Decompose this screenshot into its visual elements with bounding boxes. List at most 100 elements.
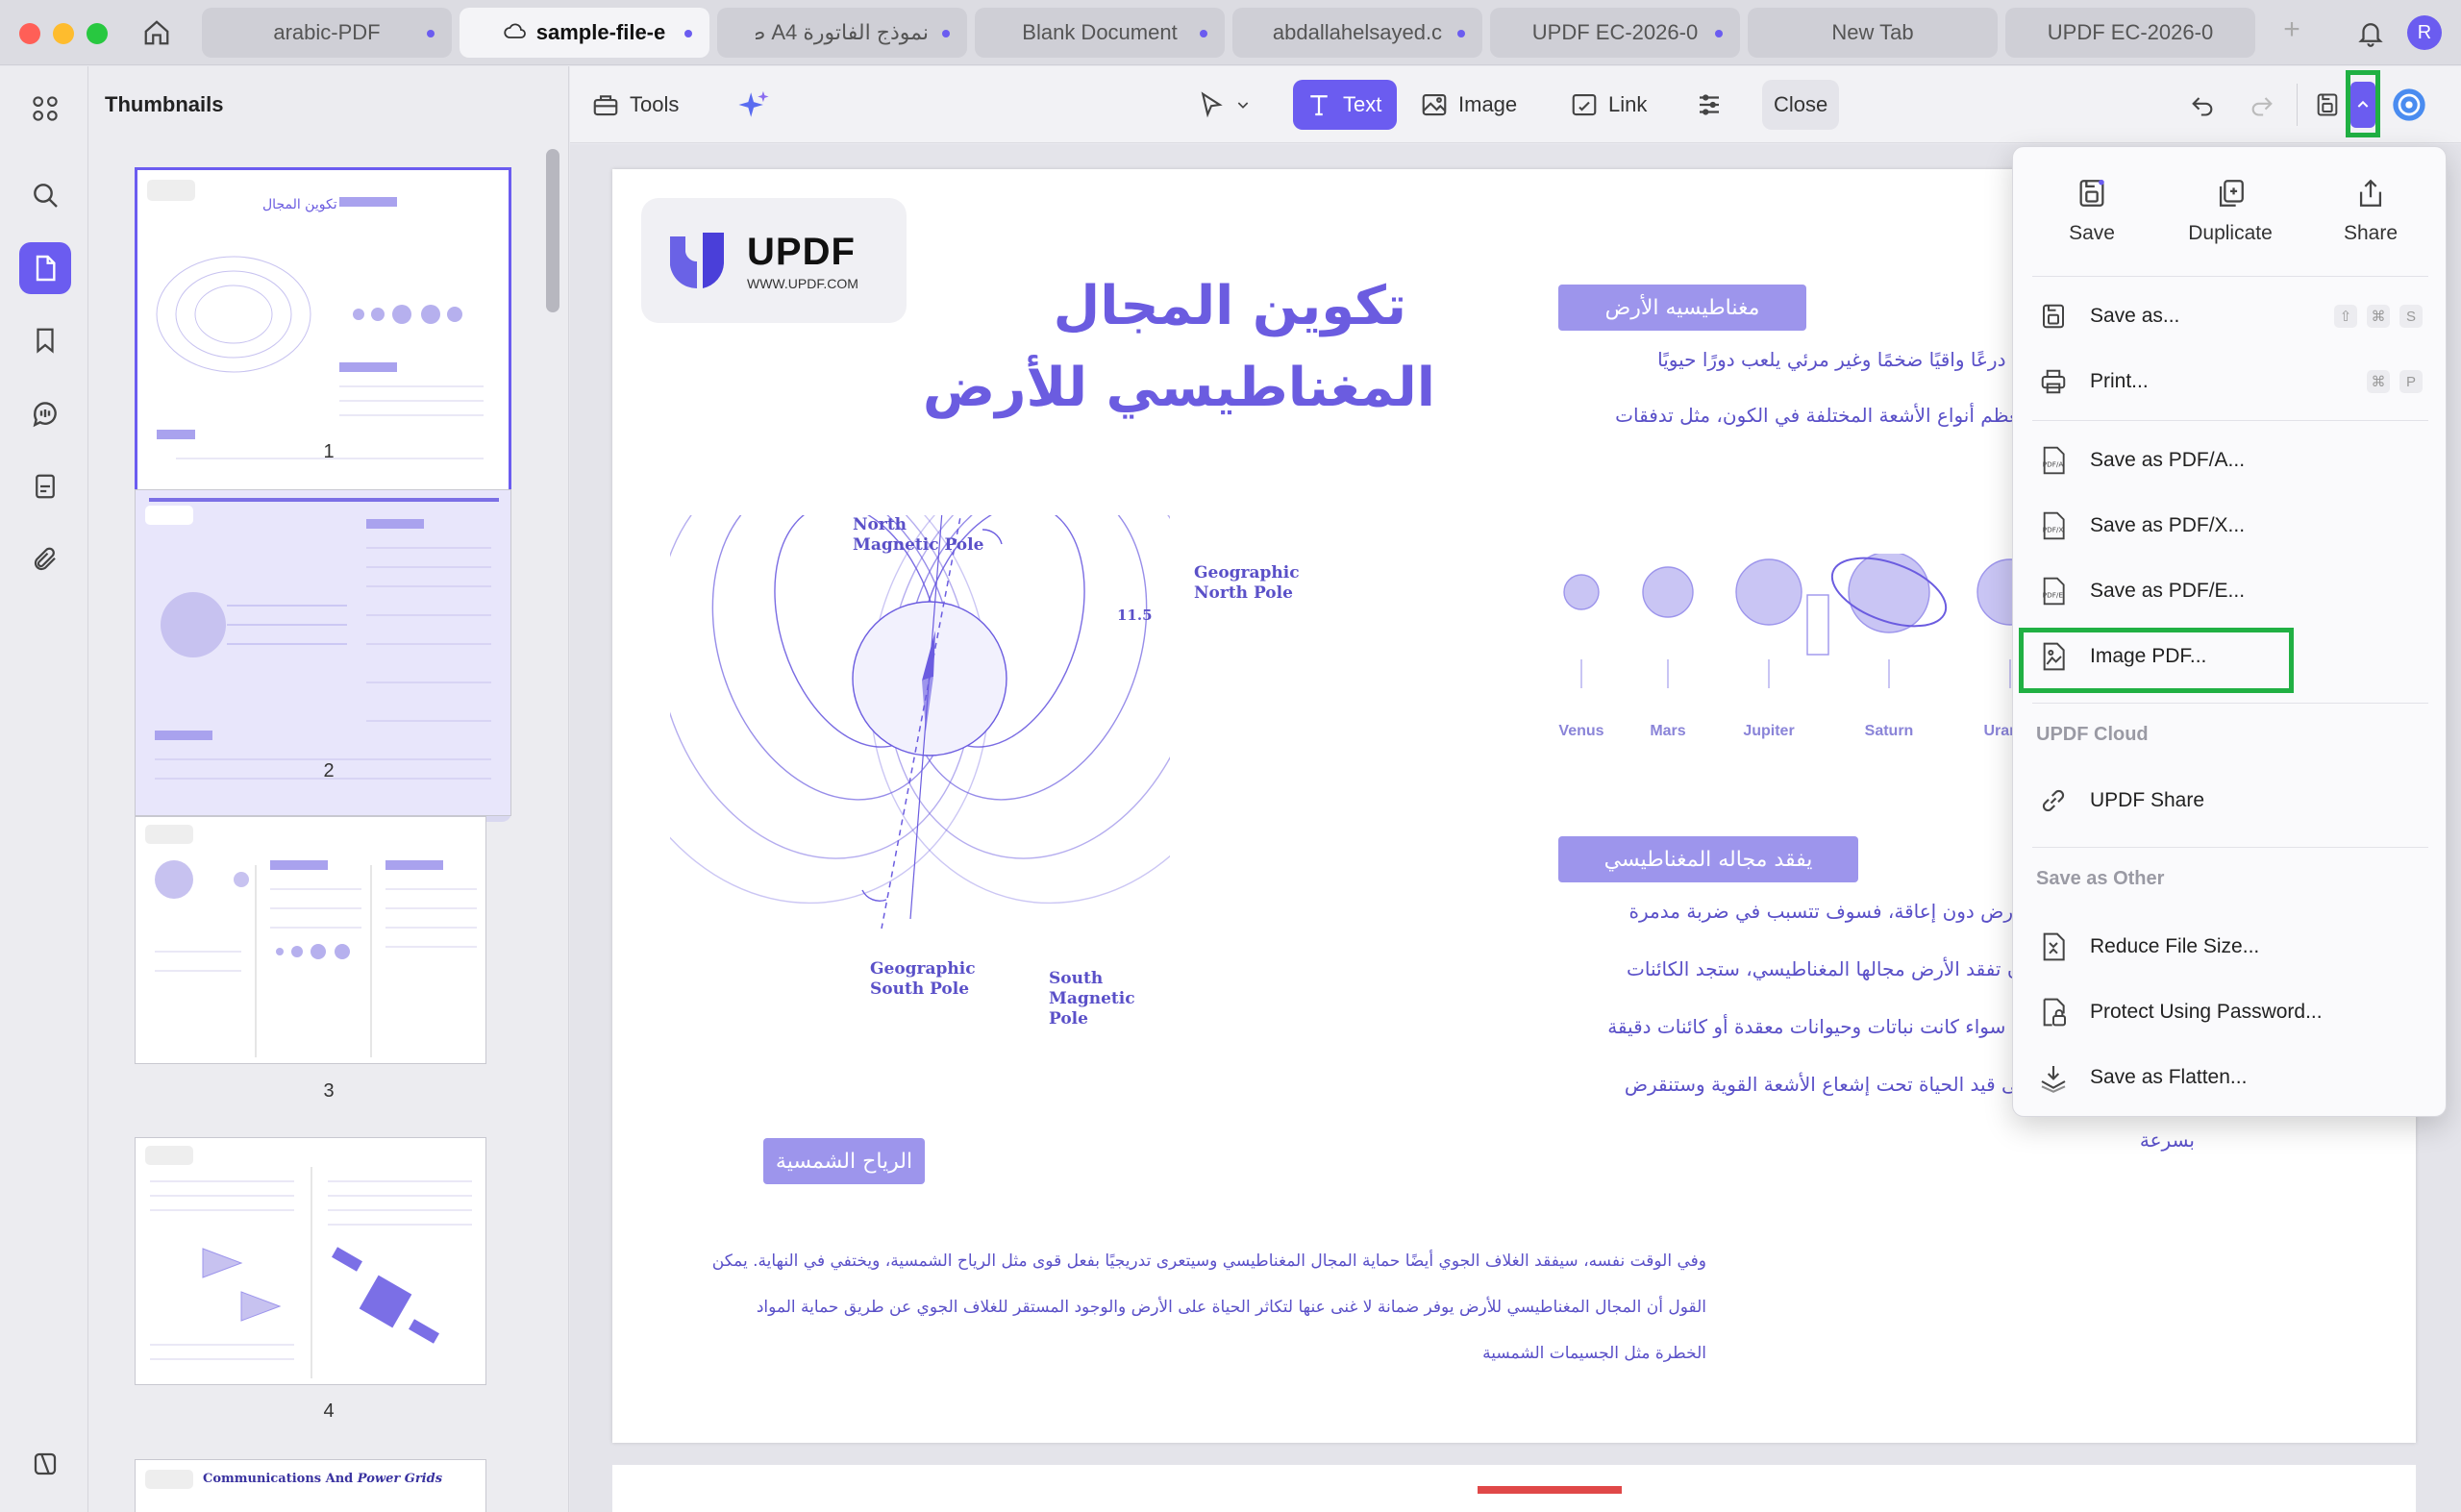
menu-item-save-pdfx[interactable]: PDF/X Save as PDF/X... [2023, 497, 2438, 555]
menu-item-print[interactable]: Print... ⌘ P [2023, 353, 2438, 410]
avatar[interactable]: R [2407, 15, 2442, 50]
link-tool-button[interactable]: Link [1558, 80, 1658, 130]
close-label: Close [1774, 92, 1828, 116]
menu-item-save-flatten[interactable]: Save as Flatten... [2023, 1049, 2438, 1106]
text-tool-button[interactable]: Text [1293, 80, 1397, 130]
label-north-magnetic-2: Magnetic Pole [853, 535, 984, 555]
properties-button[interactable] [1683, 80, 1735, 130]
label-geographic-south-1: Geographic [870, 959, 976, 979]
menu-divider [2032, 703, 2428, 704]
thumbnail-5-heading-a: Communications And [203, 1472, 354, 1486]
tab-new-tab[interactable]: New Tab [1748, 8, 1998, 58]
grid-icon[interactable] [19, 83, 71, 135]
quick-duplicate-button[interactable]: Duplicate [2173, 172, 2288, 245]
section-title-3: الرياح الشمسية [763, 1138, 925, 1184]
image-icon [1422, 93, 1447, 116]
layers-icon[interactable] [19, 1438, 71, 1490]
label-south-magnetic-3: Pole [1049, 1009, 1088, 1029]
pdfe-file-icon: PDF/E [2036, 574, 2071, 608]
tab-blank-document[interactable]: Blank Document [975, 8, 1225, 58]
quick-save-button[interactable]: Save [2034, 172, 2150, 245]
attachment-icon[interactable] [19, 533, 71, 585]
thumbnail-number: 1 [323, 441, 335, 462]
tab-label: New Tab [1831, 20, 1914, 44]
thumbnails-scrollbar[interactable] [546, 149, 559, 312]
label-north-magnetic-1: North [853, 515, 907, 534]
menu-divider [2032, 276, 2428, 277]
thumbnail-5-heading: Communications And Power Grids [203, 1472, 442, 1486]
tools-button[interactable]: Tools [580, 80, 690, 130]
zoom-window-button[interactable] [87, 23, 108, 44]
bookmark-icon[interactable] [19, 314, 71, 366]
toolbar: Tools Text Image Link Close [570, 66, 2461, 143]
label-south-magnetic-2: Magnetic [1049, 989, 1135, 1008]
menu-item-save-pdfe[interactable]: PDF/E Save as PDF/E... [2023, 562, 2438, 620]
tab-invoice[interactable]: نموذج الفاتورة A4 ط [717, 8, 967, 58]
tab-label: sample-file-e [535, 20, 666, 44]
menu-item-label: Reduce File Size... [2090, 935, 2260, 957]
quick-save-label: Save [2069, 222, 2115, 244]
tab-label: Blank Document [1022, 20, 1178, 44]
thumbnail-number: 2 [323, 760, 335, 781]
pdf-page-2-top[interactable] [612, 1465, 2416, 1512]
page-2-red-bar [1478, 1486, 1622, 1494]
new-tab-plus-icon[interactable]: + [2273, 13, 2311, 46]
shortcut-key: ⌘ [2367, 305, 2390, 328]
comment-icon[interactable] [19, 387, 71, 439]
label-geographic-south: Geographic South Pole [870, 959, 976, 1000]
pdfa-file-icon: PDF/A [2036, 443, 2071, 478]
planets-diagram [1563, 554, 2044, 688]
select-tool-button[interactable] [1185, 80, 1262, 130]
menu-item-reduce-size[interactable]: Reduce File Size... [2023, 918, 2438, 976]
thumbnail-5-logo [145, 1470, 193, 1489]
close-edit-button[interactable]: Close [1762, 80, 1840, 130]
section-label-cloud: UPDF Cloud [2036, 724, 2149, 745]
menu-item-label: Save as PDF/A... [2090, 449, 2246, 471]
footer-line-3: الخطرة مثل الجسيمات الشمسية [1482, 1344, 1706, 1363]
thumbnail-page-5[interactable]: Communications And Power Grids [135, 1459, 486, 1512]
menu-item-protect-password[interactable]: Protect Using Password... [2023, 983, 2438, 1041]
label-geographic-north-1: Geographic [1194, 563, 1300, 582]
undo-button[interactable] [2177, 80, 2227, 130]
menu-item-label: Save as Flatten... [2090, 1066, 2248, 1088]
menu-item-save-as[interactable]: Save as... ⇧ ⌘ S [2023, 287, 2438, 345]
image-tool-button[interactable]: Image [1408, 80, 1529, 130]
updf-ai-button[interactable] [2385, 80, 2433, 130]
tab-arabic-pdf[interactable]: arabic-PDF [202, 8, 452, 58]
form-icon[interactable] [19, 460, 71, 512]
tab-label: UPDF EC-2026-0 [1531, 20, 1699, 44]
panel-title: Thumbnails [105, 92, 224, 116]
tab-label: arabic-PDF [273, 20, 381, 44]
menu-item-updf-share[interactable]: UPDF Share [2023, 772, 2438, 830]
updf-ai-icon [2393, 88, 2425, 121]
tab-dot [1715, 30, 1723, 37]
close-window-button[interactable] [19, 23, 40, 44]
thumbnail-page-4[interactable] [135, 1137, 486, 1385]
bell-icon[interactable] [2351, 13, 2390, 52]
quick-share-button[interactable]: Share [2313, 172, 2428, 245]
tab-updf-ec-1[interactable]: UPDF EC-2026-0 [1490, 8, 1740, 58]
highlight-box-image-pdf [2019, 628, 2294, 693]
redo-button[interactable] [2237, 80, 2287, 130]
compress-file-icon [2036, 930, 2071, 964]
thumbnail-3-art [145, 825, 477, 1057]
thumbnail-number: 3 [323, 1080, 335, 1102]
search-icon[interactable] [19, 169, 71, 221]
text-icon [1310, 95, 1328, 116]
label-geographic-north-2: North Pole [1194, 583, 1293, 603]
menu-item-save-pdfa[interactable]: PDF/A Save as PDF/A... [2023, 432, 2438, 489]
home-icon[interactable] [137, 13, 176, 52]
updf-logo-icon [670, 233, 724, 289]
tab-abdallahelsayed[interactable]: abdallahelsayed.c [1232, 8, 1482, 58]
tab-updf-ec-2[interactable]: UPDF EC-2026-0 [2005, 8, 2255, 58]
footer-line-2: القول أن المجال المغناطيسي للأرض يوفر ضم… [756, 1298, 1706, 1317]
flatten-icon [2036, 1060, 2071, 1095]
tab-sample-file[interactable]: sample-file-e [460, 8, 709, 58]
left-rail [0, 66, 88, 1512]
cursor-icon [1201, 91, 1223, 118]
tab-label: abdallahelsayed.c [1272, 20, 1443, 44]
minimize-window-button[interactable] [53, 23, 74, 44]
thumbnail-page-3[interactable] [135, 816, 486, 1064]
ai-sparkle-button[interactable] [726, 80, 782, 130]
thumbnails-icon[interactable] [19, 242, 71, 294]
